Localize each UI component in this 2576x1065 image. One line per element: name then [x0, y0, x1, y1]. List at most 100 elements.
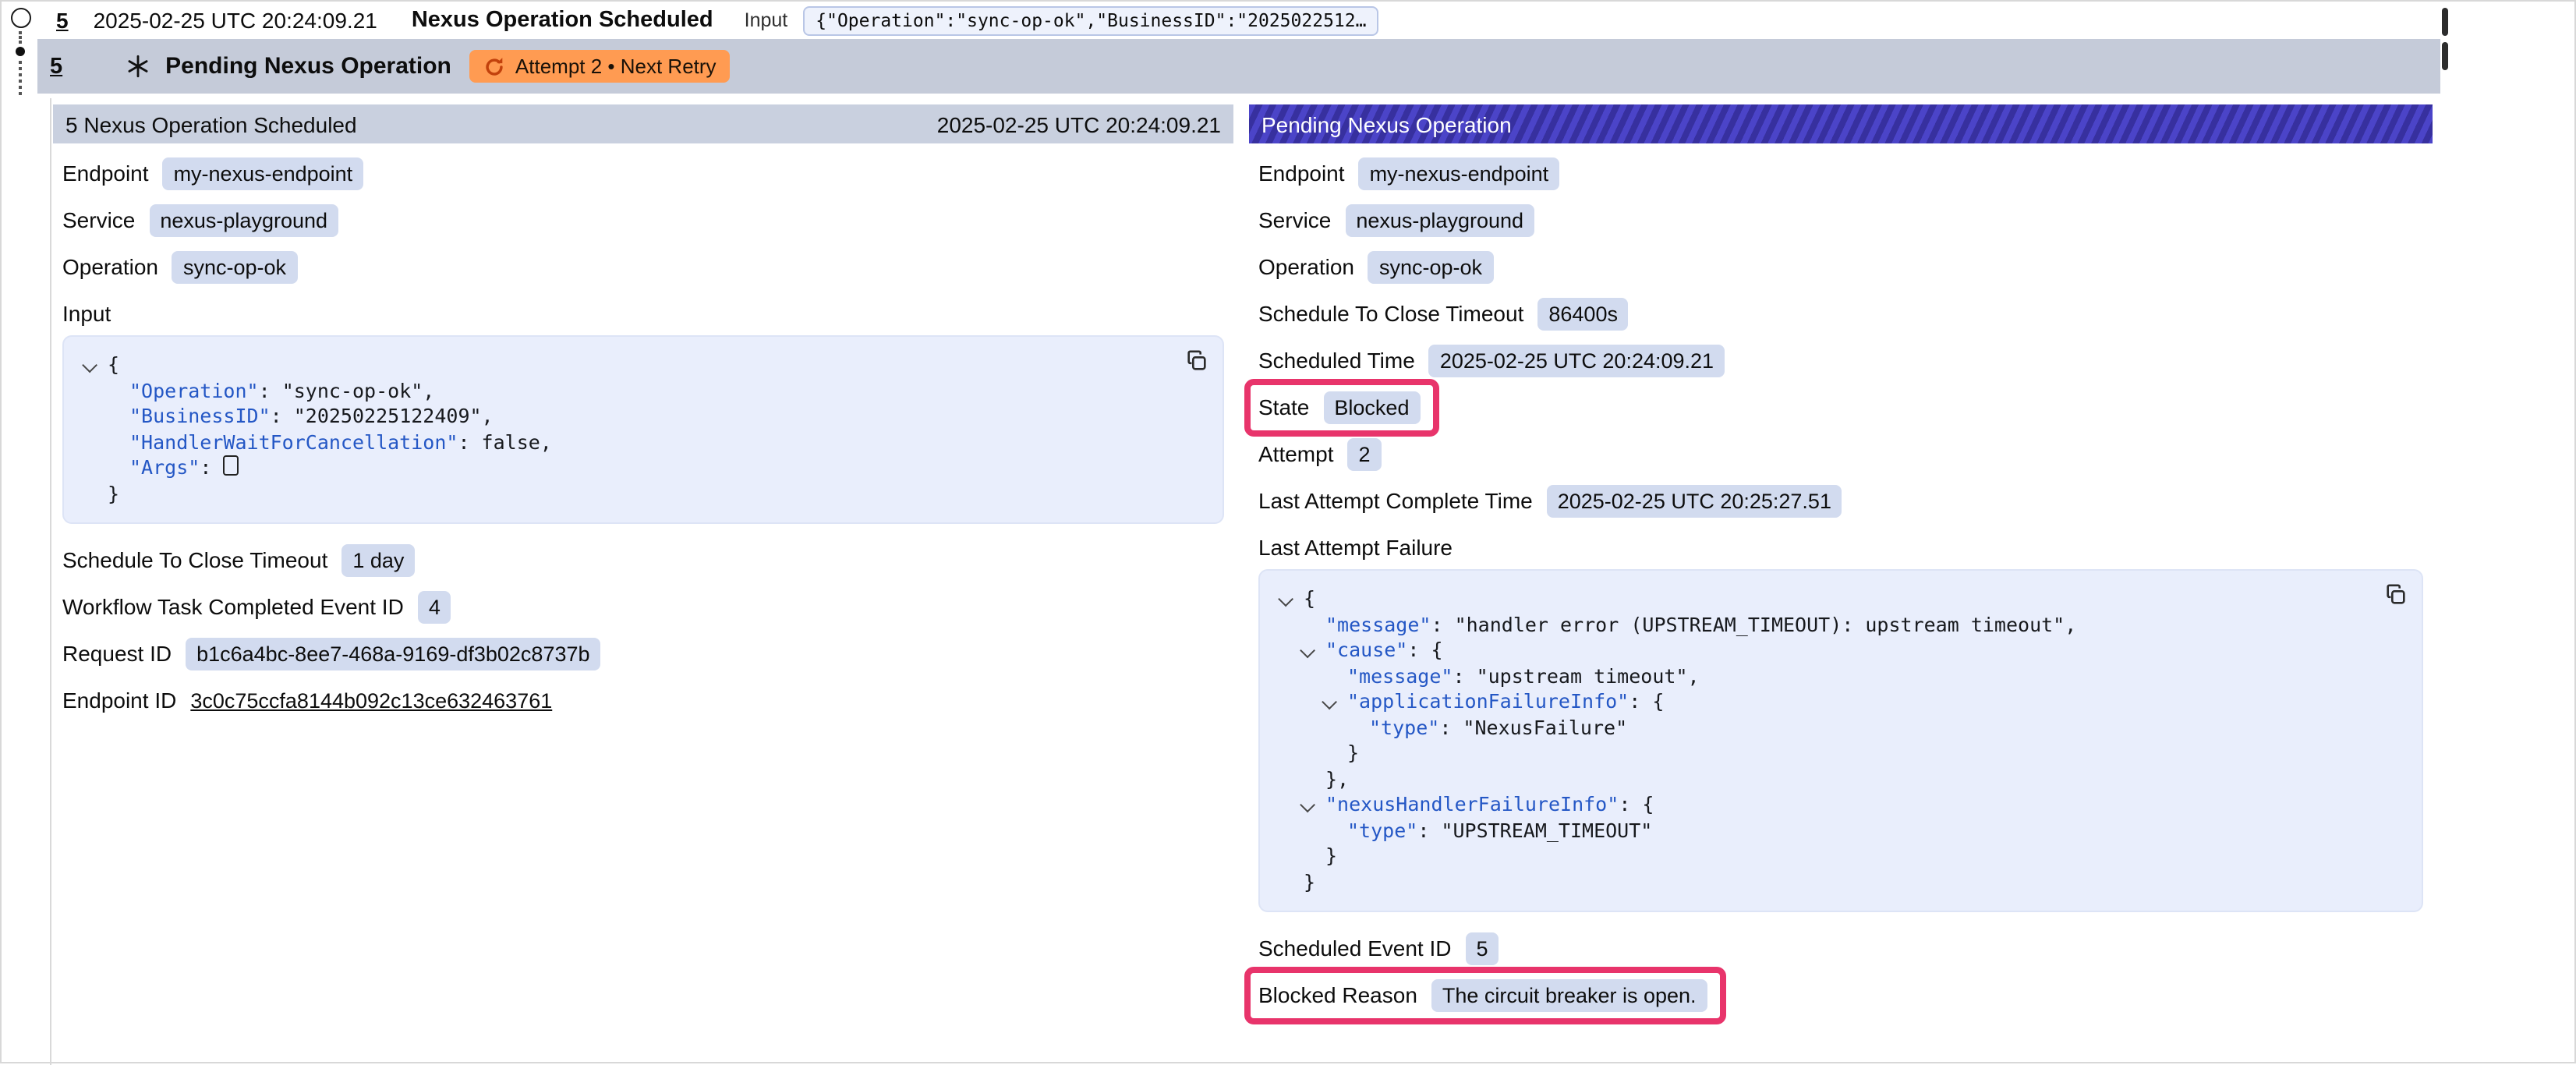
code-line: "type": "UPSTREAM_TIMEOUT": [1279, 818, 2369, 844]
field-schedule-to-close: Schedule To Close Timeout 1 day: [62, 543, 1224, 577]
field-endpoint-id: Endpoint ID 3c0c75ccfa8144b092c13ce63246…: [62, 683, 1224, 717]
event-marker-circle-icon: [11, 8, 31, 28]
blocked-reason-highlight-annotation: Blocked Reason The circuit breaker is op…: [1258, 978, 1707, 1011]
field-value-chip: sync-op-ok: [172, 250, 297, 283]
field-label: Schedule To Close Timeout: [1258, 301, 1523, 326]
field-label: Scheduled Time: [1258, 348, 1415, 373]
event-timestamp: 2025-02-25 UTC 20:24:09.21: [94, 8, 377, 33]
json-text: : "UPSTREAM_TIMEOUT": [1417, 818, 1652, 841]
pending-operation-row[interactable]: 5 Pending Nexus Operation Attempt 2 • Ne…: [37, 39, 2440, 94]
event-marker-dot-icon: [15, 47, 24, 56]
field-endpoint: Endpoint my-nexus-endpoint: [62, 156, 1224, 190]
code-line: "HandlerWaitForCancellation": false,: [83, 430, 1169, 455]
code-line: "type": "NexusFailure": [1279, 715, 2369, 741]
json-key: "nexusHandlerFailureInfo": [1325, 792, 1619, 816]
empty-array-icon: [223, 455, 239, 476]
field-value-chip: 2025-02-25 UTC 20:25:27.51: [1547, 484, 1842, 517]
json-text: {: [108, 352, 119, 376]
event-detail-panel: 5 Nexus Operation Scheduled 2025-02-25 U…: [53, 104, 1233, 717]
pending-operation-title: Pending Nexus Operation: [165, 53, 451, 80]
json-key: "message": [1325, 612, 1431, 635]
field-label: Workflow Task Completed Event ID: [62, 594, 404, 619]
field-blocked-reason: Blocked Reason The circuit breaker is op…: [1258, 978, 2423, 1012]
collapse-chevron-icon[interactable]: [1279, 586, 1304, 612]
code-line: "nexusHandlerFailureInfo": {: [1279, 792, 2369, 818]
event-detail-header: 5 Nexus Operation Scheduled 2025-02-25 U…: [53, 104, 1233, 143]
field-label: Operation: [1258, 254, 1354, 279]
retry-icon: [484, 55, 506, 77]
field-label: Service: [1258, 207, 1331, 232]
retry-badge-label: Attempt 2 • Next Retry: [515, 55, 717, 78]
endpoint-id-link[interactable]: 3c0c75ccfa8144b092c13ce632463761: [190, 688, 552, 712]
field-scheduled-time: Scheduled Time 2025-02-25 UTC 20:24:09.2…: [1258, 343, 2423, 377]
json-key: "BusinessID": [129, 404, 271, 427]
input-section-label: Input: [62, 301, 1224, 326]
code-line: "BusinessID": "20250225122409",: [83, 404, 1169, 430]
collapse-chevron-icon[interactable]: [1300, 638, 1325, 663]
code-line: }: [83, 481, 1169, 507]
json-key: "Args": [129, 455, 200, 479]
timeline-dotted-line: [18, 31, 21, 44]
code-line: "applicationFailureInfo": {: [1279, 689, 2369, 715]
code-line: "cause": {: [1279, 638, 2369, 663]
json-text: : "sync-op-ok",: [259, 378, 435, 402]
json-key: "Operation": [129, 378, 259, 402]
field-endpoint: Endpoint my-nexus-endpoint: [1258, 156, 2423, 190]
json-text: : {: [1619, 792, 1654, 816]
field-operation: Operation sync-op-ok: [1258, 249, 2423, 284]
code-line: },: [1279, 766, 2369, 792]
field-value-chip: 2: [1348, 437, 1382, 470]
field-value-chip: my-nexus-endpoint: [163, 157, 364, 189]
field-label: Service: [62, 207, 135, 232]
field-label: Last Attempt Complete Time: [1258, 488, 1533, 513]
json-text: : {: [1407, 638, 1442, 661]
state-highlight-annotation: State Blocked: [1258, 391, 1420, 423]
last-attempt-failure-label: Last Attempt Failure: [1258, 535, 2423, 560]
field-label: Operation: [62, 254, 158, 279]
panel-header-title: Pending Nexus Operation: [1261, 111, 1512, 136]
scrollbar-thumb[interactable]: [2442, 8, 2447, 36]
json-key: "message": [1347, 663, 1453, 687]
pending-event-id-link[interactable]: 5: [50, 54, 62, 79]
panel-header-timestamp: 2025-02-25 UTC 20:24:09.21: [937, 111, 1221, 136]
event-id-link[interactable]: 5: [56, 8, 69, 33]
json-text: : "handler error (UPSTREAM_TIMEOUT): ups…: [1431, 612, 2076, 635]
json-text: : "20250225122409",: [271, 404, 494, 427]
copy-icon[interactable]: [1185, 349, 1208, 373]
json-key: "cause": [1325, 638, 1407, 661]
field-value-chip: b1c6a4bc-8ee7-468a-9169-df3b02c8737b: [186, 637, 600, 670]
field-schedule-to-close: Schedule To Close Timeout 86400s: [1258, 296, 2423, 331]
json-key: "type": [1347, 818, 1417, 841]
field-scheduled-event-id: Scheduled Event ID 5: [1258, 931, 2423, 965]
code-line: }: [1279, 869, 2369, 895]
field-value-chip: 2025-02-25 UTC 20:24:09.21: [1429, 344, 1725, 377]
code-lines: { "Operation": "sync-op-ok","BusinessID":…: [83, 352, 1169, 507]
field-value-chip: 1 day: [341, 543, 415, 576]
field-service: Service nexus-playground: [1258, 203, 2423, 237]
json-key: "applicationFailureInfo": [1347, 689, 1629, 713]
failure-code-block: {"message": "handler error (UPSTREAM_TIM…: [1258, 569, 2423, 912]
field-state: State Blocked: [1258, 390, 2423, 424]
json-text: : "NexusFailure": [1439, 715, 1627, 738]
collapse-chevron-icon[interactable]: [1300, 792, 1325, 818]
code-line: "message": "upstream timeout",: [1279, 663, 2369, 689]
collapse-chevron-icon[interactable]: [83, 352, 108, 378]
collapse-chevron-icon[interactable]: [1322, 689, 1347, 715]
field-label: State: [1258, 395, 1309, 419]
event-history-row[interactable]: 5 2025-02-25 UTC 20:24:09.21 Nexus Opera…: [45, 2, 2440, 39]
code-line: "message": "handler error (UPSTREAM_TIME…: [1279, 612, 2369, 638]
json-text: : false,: [458, 430, 551, 453]
scrollbar-thumb[interactable]: [2442, 42, 2447, 70]
field-last-attempt-complete-time: Last Attempt Complete Time 2025-02-25 UT…: [1258, 483, 2423, 518]
json-text: }: [108, 481, 119, 504]
code-line: }: [1279, 741, 2369, 766]
pending-operation-panel: Pending Nexus Operation Endpoint my-nexu…: [1249, 104, 2433, 1012]
json-text: {: [1304, 586, 1315, 610]
code-lines: {"message": "handler error (UPSTREAM_TIM…: [1279, 586, 2369, 895]
pending-operation-header: Pending Nexus Operation: [1249, 104, 2433, 143]
json-text: }: [1347, 741, 1359, 764]
copy-icon[interactable]: [2384, 583, 2408, 607]
code-line: {: [83, 352, 1169, 378]
field-label: Endpoint: [1258, 161, 1345, 186]
field-label: Attempt: [1258, 441, 1334, 466]
